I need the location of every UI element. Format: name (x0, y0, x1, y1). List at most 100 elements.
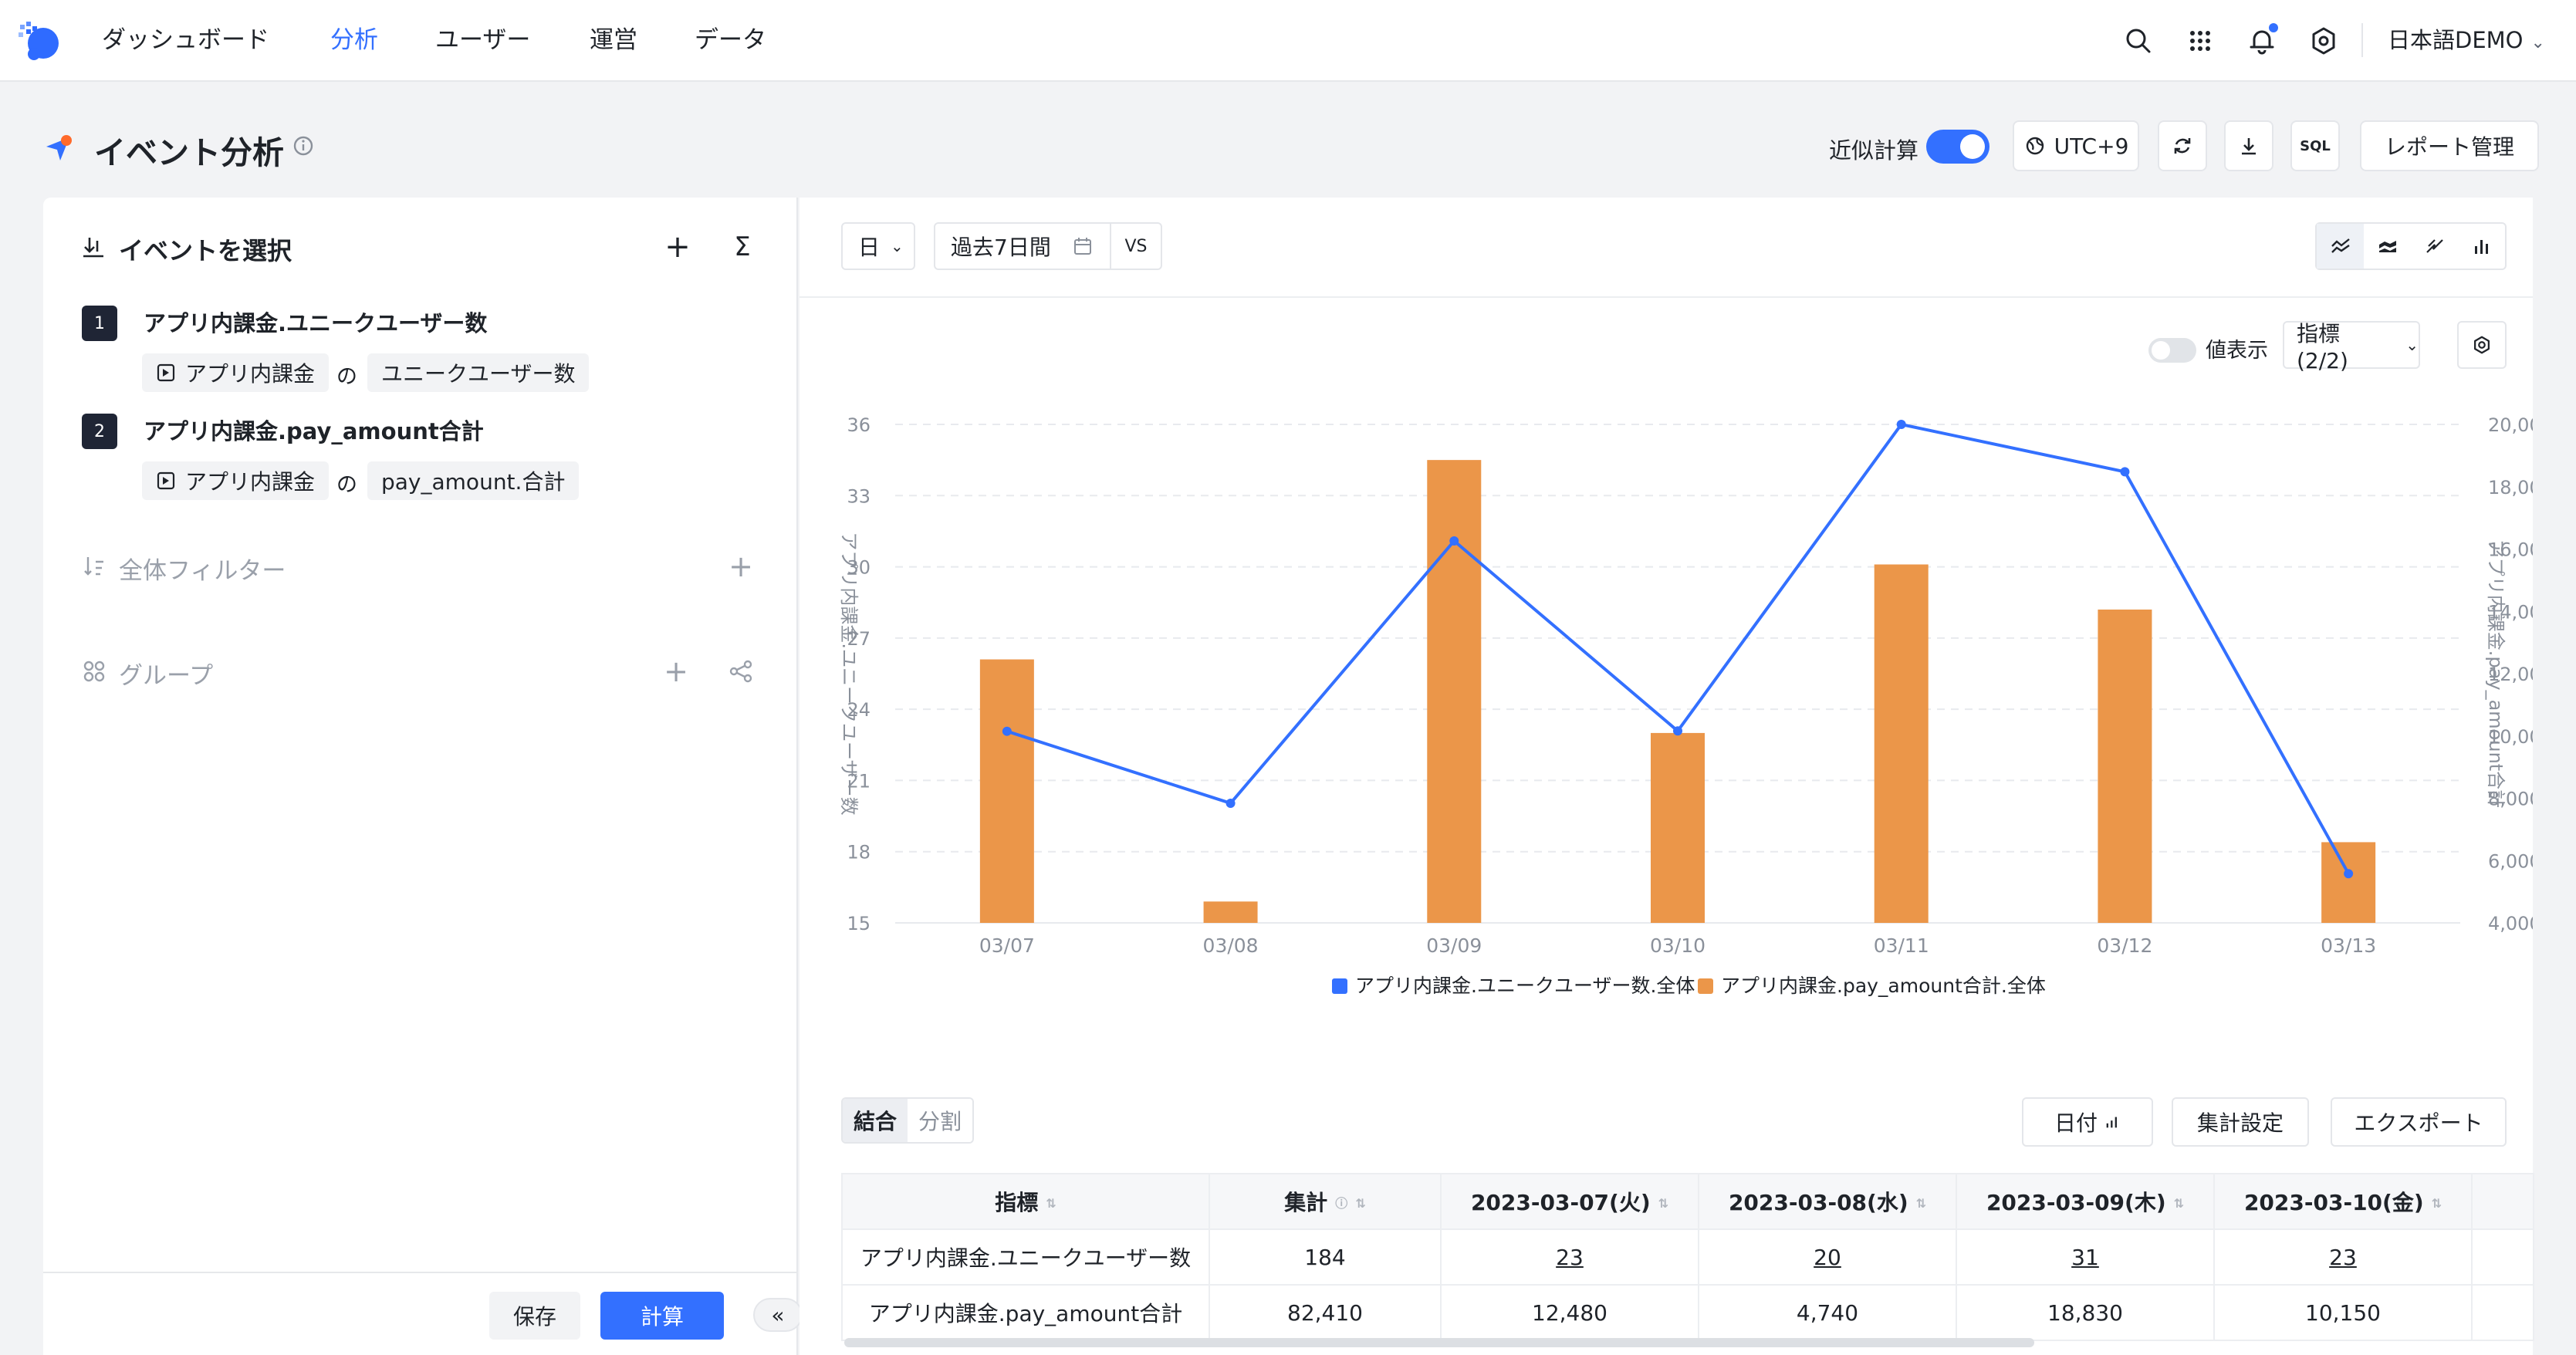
x-tick-label: 03/11 (1874, 934, 1929, 957)
event-chip-label: アプリ内課金 (185, 361, 316, 387)
event-chip[interactable]: アプリ内課金 (142, 353, 330, 392)
settings-gear-icon[interactable] (2306, 23, 2341, 59)
table-mode-tabs: 結合 分割 (841, 1097, 974, 1144)
of-connector-text: の (336, 365, 357, 389)
header-total[interactable]: 集計 ⓘ ⇅ (1209, 1173, 1442, 1230)
metric-name[interactable]: アプリ内課金.ユニークユーザー数 (144, 306, 487, 338)
event-select-title: イベントを選択 (119, 236, 292, 265)
granularity-select[interactable]: 日 ⌄ (841, 222, 915, 270)
x-tick-label: 03/08 (1203, 934, 1259, 957)
sort-icon[interactable]: ⇅ (2432, 1198, 2442, 1210)
app-logo-icon[interactable] (17, 20, 62, 63)
sort-icon[interactable]: ⇅ (2174, 1198, 2184, 1210)
aggregate-settings-button[interactable]: 集計設定 (2172, 1097, 2309, 1147)
scatter-chart-type-button[interactable] (2411, 224, 2458, 269)
add-filter-button[interactable]: + (724, 549, 758, 583)
chevron-down-icon: ⌄ (2530, 33, 2545, 52)
add-event-button[interactable]: + (659, 228, 696, 265)
cell-value: 18,830 (1956, 1284, 2215, 1341)
metric-number-badge: 1 (82, 306, 117, 341)
user-menu[interactable]: 日本語DEMO ⌄ (2388, 0, 2545, 80)
sort-icon[interactable]: ⇅ (1916, 1198, 1926, 1210)
add-group-button[interactable]: + (659, 654, 693, 688)
chart-toolbar: 日 ⌄ 過去7日間 VS (800, 198, 2533, 298)
table-horizontal-scrollbar[interactable] (844, 1338, 2034, 1347)
cell-value-link[interactable]: 20 (1698, 1228, 1957, 1286)
timezone-button[interactable]: UTC+9 (2013, 120, 2139, 171)
refresh-button[interactable] (2158, 120, 2207, 171)
bar-03-09 (1427, 460, 1482, 923)
top-nav-bar: ダッシュボード 分析 ユーザー 運営 データ 日本語DEMO ⌄ (0, 0, 2576, 82)
formula-sigma-button[interactable]: Σ (724, 228, 761, 265)
granularity-value: 日 (858, 235, 881, 260)
metric-name[interactable]: アプリ内課金.pay_amount合計 (144, 414, 484, 446)
download-button[interactable] (2224, 120, 2273, 171)
nav-item-users[interactable]: ユーザー (435, 0, 530, 80)
cell-value-link[interactable]: 23 (2213, 1228, 2473, 1286)
nav-item-data[interactable]: データ (695, 0, 766, 80)
legend-label-pay-amount: アプリ内課金.pay_amount合計.全体 (1721, 975, 2046, 997)
globe-icon (2026, 137, 2044, 155)
nav-item-analysis[interactable]: 分析 (330, 0, 378, 80)
line-point-03-08 (1225, 798, 1236, 808)
header-label: 指標 (995, 1190, 1039, 1215)
cell-value: 12,480 (1440, 1284, 1699, 1341)
sort-icon[interactable]: ⇅ (1046, 1198, 1056, 1210)
user-menu-label: 日本語DEMO (2388, 27, 2524, 53)
event-chip-label: アプリ内課金 (185, 469, 316, 495)
notification-bell-icon[interactable] (2244, 23, 2280, 59)
cell-value-link[interactable]: 23 (1440, 1228, 1699, 1286)
group-icon (83, 661, 105, 682)
sort-icon[interactable]: ⇅ (1658, 1198, 1668, 1210)
export-button[interactable]: エクスポート (2331, 1097, 2507, 1147)
header-date-col[interactable]: 2023-03-08(水) ⇅ (1698, 1173, 1957, 1230)
search-icon[interactable] (2121, 23, 2156, 59)
legend-label-unique-users: アプリ内課金.ユニークユーザー数.全体 (1355, 975, 1695, 997)
of-connector-text: の (336, 473, 357, 497)
approx-calc-toggle[interactable] (1926, 130, 1989, 164)
event-chip[interactable]: アプリ内課金 (142, 461, 330, 500)
save-button[interactable]: 保存 (489, 1292, 580, 1340)
row-total: 184 (1209, 1228, 1442, 1286)
date-sort-button[interactable]: 日付 (2022, 1097, 2153, 1147)
info-icon[interactable]: ⓘ (1335, 1198, 1347, 1210)
nav-item-operations[interactable]: 運営 (590, 0, 637, 80)
apps-grid-icon[interactable] (2182, 23, 2218, 59)
sql-button[interactable]: SQL (2290, 120, 2340, 171)
property-chip[interactable]: ユニークユーザー数 (367, 353, 590, 392)
line-chart-icon (2331, 238, 2350, 253)
bar-03-10 (1651, 732, 1705, 923)
header-label: 2023-03-07(火) (1470, 1190, 1651, 1215)
x-tick-label: 03/09 (1426, 934, 1482, 957)
share-tree-icon[interactable] (729, 659, 753, 684)
line-point-03-13 (2344, 869, 2354, 879)
tab-split[interactable]: 分割 (908, 1099, 972, 1142)
property-chip[interactable]: pay_amount.合計 (367, 461, 580, 500)
legend-swatch-pay-amount (1698, 978, 1713, 994)
compare-vs-button[interactable]: VS (1110, 222, 1162, 270)
header-metric[interactable]: 指標 ⇅ (841, 1173, 1210, 1230)
area-chart-type-button[interactable] (2364, 224, 2411, 269)
calculate-button[interactable]: 計算 (600, 1292, 724, 1340)
sort-icon[interactable]: ⇅ (1355, 1198, 1365, 1210)
collapse-panel-button[interactable]: « (753, 1298, 803, 1332)
header-date-col[interactable]: 2023-03-07(火) ⇅ (1440, 1173, 1699, 1230)
cell-value-link[interactable]: 31 (1956, 1228, 2215, 1286)
tab-combined[interactable]: 結合 (843, 1099, 908, 1142)
header-date-col[interactable]: 2023-03-09(木) ⇅ (1956, 1173, 2215, 1230)
header-date-col[interactable]: 2023-03-10(金) ⇅ (2213, 1173, 2473, 1230)
info-icon[interactable] (292, 134, 315, 157)
bar-chart-type-button[interactable] (2458, 224, 2505, 269)
header-label: 2023-03-10(金) (2243, 1190, 2424, 1215)
panel-footer: 保存 計算 (43, 1272, 796, 1355)
y-right-tick-label: 20,000 (2488, 414, 2533, 436)
page-title: イベント分析 (94, 134, 284, 171)
table-header-row: 指標 ⇅ 集計 ⓘ ⇅ 2023-03-07(火) ⇅ 2023-03-08(水) ⇅ 2… (841, 1173, 2534, 1230)
chart-type-switcher (2315, 222, 2507, 270)
report-manage-button[interactable]: レポート管理 (2360, 120, 2539, 171)
bar-03-13 (2321, 842, 2376, 923)
date-range-picker[interactable]: 過去7日間 (934, 222, 1111, 270)
nav-item-dashboard[interactable]: ダッシュボード (102, 0, 269, 80)
area-chart-icon (2378, 241, 2396, 252)
line-chart-type-button[interactable] (2317, 224, 2364, 269)
